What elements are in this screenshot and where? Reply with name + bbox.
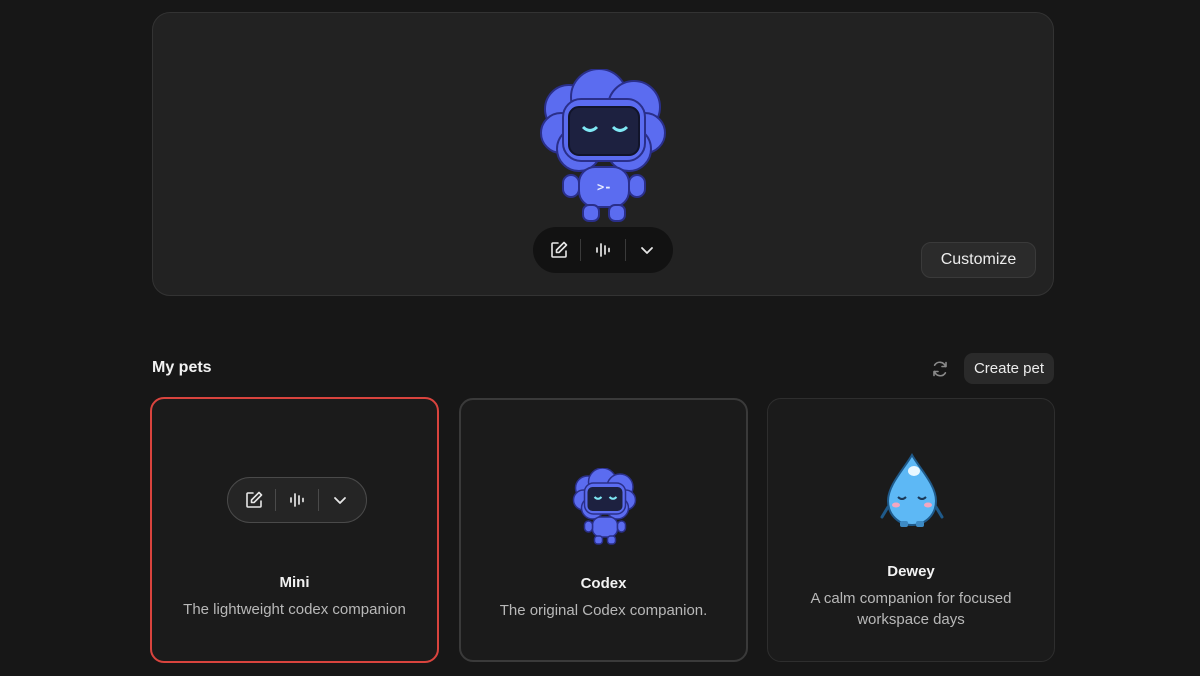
codex-pet-image [572, 468, 637, 545]
waveform-icon [290, 493, 304, 507]
customize-button[interactable]: Customize [921, 242, 1036, 278]
pet-action-toolbar [533, 227, 673, 273]
expand-button [322, 482, 358, 518]
expand-button[interactable] [629, 232, 665, 268]
pet-description: The original Codex companion. [499, 602, 708, 619]
create-pet-button[interactable]: Create pet [964, 353, 1054, 384]
pet-name: Codex [580, 575, 627, 592]
codex-pet-preview-image: >- [540, 69, 666, 222]
pet-preview-panel: >- Customize [152, 12, 1054, 296]
waveform-icon [596, 243, 610, 257]
refresh-button[interactable] [926, 355, 954, 383]
pet-description: A calm companion for focused workspace d… [810, 590, 1012, 628]
refresh-icon [933, 361, 947, 377]
pet-name: Dewey [887, 563, 935, 580]
pet-card-codex[interactable]: Codex The original Codex companion. [459, 398, 748, 662]
pet-card-mini[interactable]: Mini The lightweight codex companion [150, 397, 439, 663]
pet-name: Mini [279, 574, 310, 591]
chevron-down-icon [641, 247, 654, 254]
voice-button [279, 482, 315, 518]
pet-card-dewey[interactable]: Dewey A calm companion for focused works… [767, 398, 1055, 662]
pet-description: The lightweight codex companion [183, 601, 406, 618]
section-title: My pets [152, 359, 212, 376]
toolbar-divider [318, 489, 320, 511]
edit-icon [245, 491, 262, 508]
dewey-pet-image [880, 452, 944, 527]
voice-button[interactable] [585, 232, 621, 268]
edit-icon [550, 241, 568, 258]
toolbar-divider [624, 239, 626, 261]
toolbar-divider [580, 239, 582, 261]
edit-button [236, 482, 272, 518]
edit-button[interactable] [541, 232, 577, 268]
svg-text:>-: >- [597, 180, 611, 194]
chevron-down-icon [334, 497, 347, 504]
toolbar-divider [274, 489, 276, 511]
pets-settings-page: >- Customize My pets Create pet Mini The… [0, 0, 1200, 676]
mini-pet-toolbar-image [227, 477, 367, 523]
